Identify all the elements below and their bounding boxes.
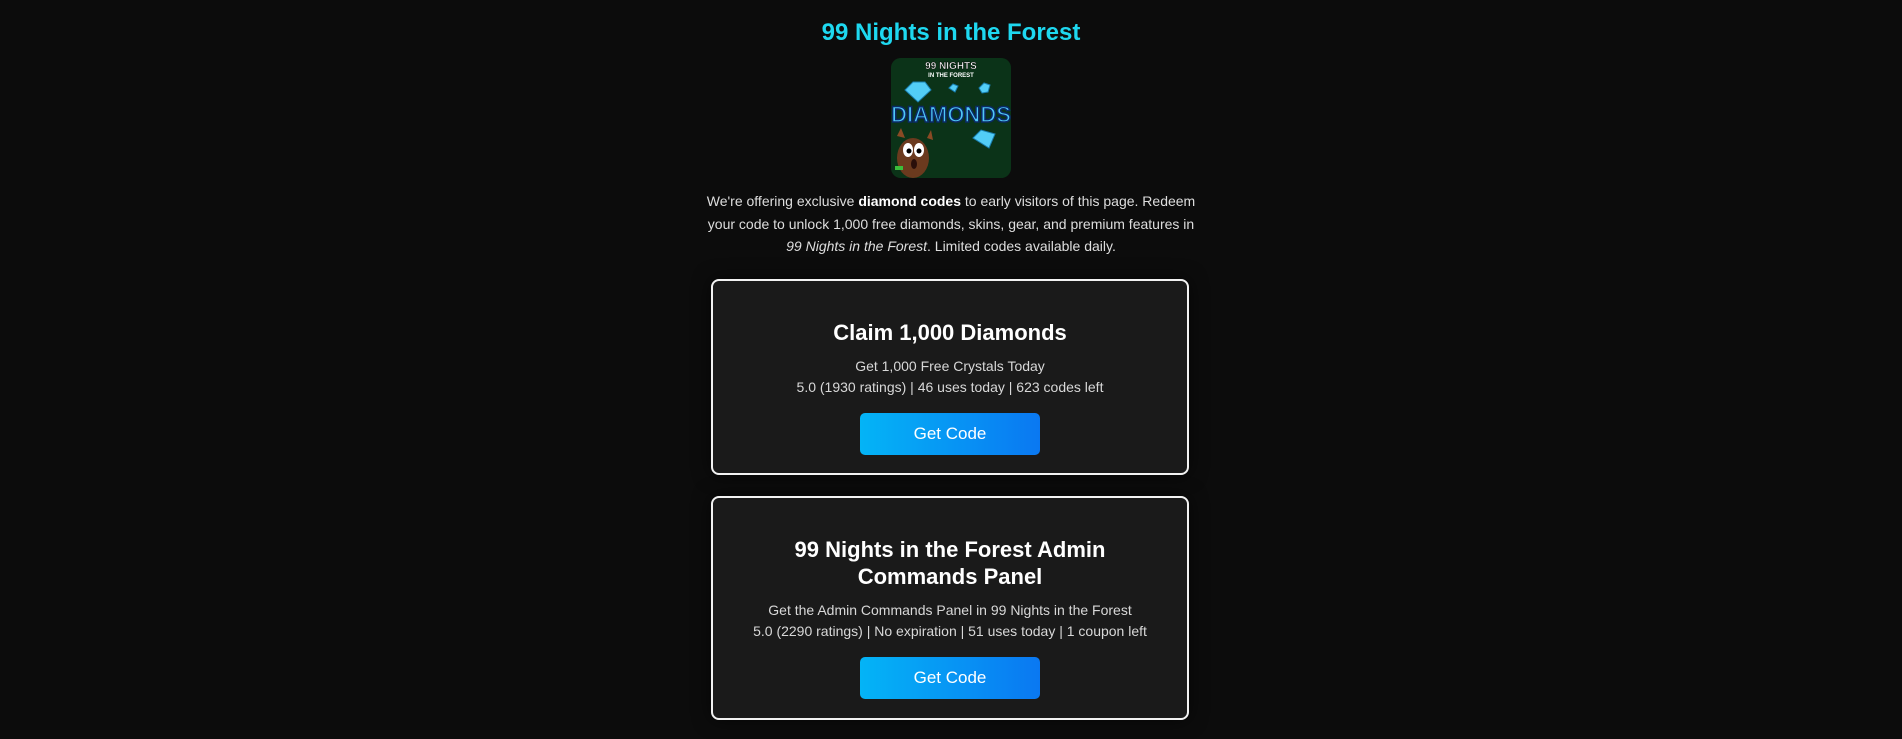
intro-part1: We're offering exclusive [706, 193, 859, 209]
offer-subtitle: Get 1,000 Free Crystals Today [855, 358, 1045, 374]
offer-card-diamonds: Claim 1,000 Diamonds Get 1,000 Free Crys… [711, 279, 1189, 475]
intro-text: We're offering exclusive diamond codes t… [706, 190, 1196, 258]
diamonds-artwork: 99 NIGHTS IN THE FOREST DIAMONDS [891, 58, 1011, 178]
get-code-button[interactable]: Get Code [860, 413, 1040, 455]
page: 99 Nights in the Forest 99 NIGHTS IN THE… [0, 0, 1902, 739]
logo-text-main: DIAMONDS [891, 102, 1011, 127]
offer-title: Claim 1,000 Diamonds [833, 320, 1067, 345]
offer-subtitle: Get the Admin Commands Panel in 99 Night… [768, 602, 1132, 618]
logo-text-top: 99 NIGHTS [925, 61, 977, 72]
page-title: 99 Nights in the Forest [821, 19, 1081, 46]
offer-card-admin-panel: 99 Nights in the Forest Admin Commands P… [711, 496, 1189, 720]
offer-meta: 5.0 (2290 ratings) | No expiration | 51 … [753, 623, 1147, 639]
intro-bold: diamond codes [858, 193, 961, 209]
get-code-button[interactable]: Get Code [860, 657, 1040, 699]
offer-title: 99 Nights in the Forest Admin Commands P… [794, 537, 1106, 589]
offer-meta: 5.0 (1930 ratings) | 46 uses today | 623… [796, 379, 1104, 395]
logo-text-mid: IN THE FOREST [928, 73, 974, 79]
intro-part3: . Limited codes available daily. [927, 238, 1116, 254]
game-logo-image: 99 NIGHTS IN THE FOREST DIAMONDS [891, 58, 1011, 178]
intro-italic: 99 Nights in the Forest [786, 238, 927, 254]
